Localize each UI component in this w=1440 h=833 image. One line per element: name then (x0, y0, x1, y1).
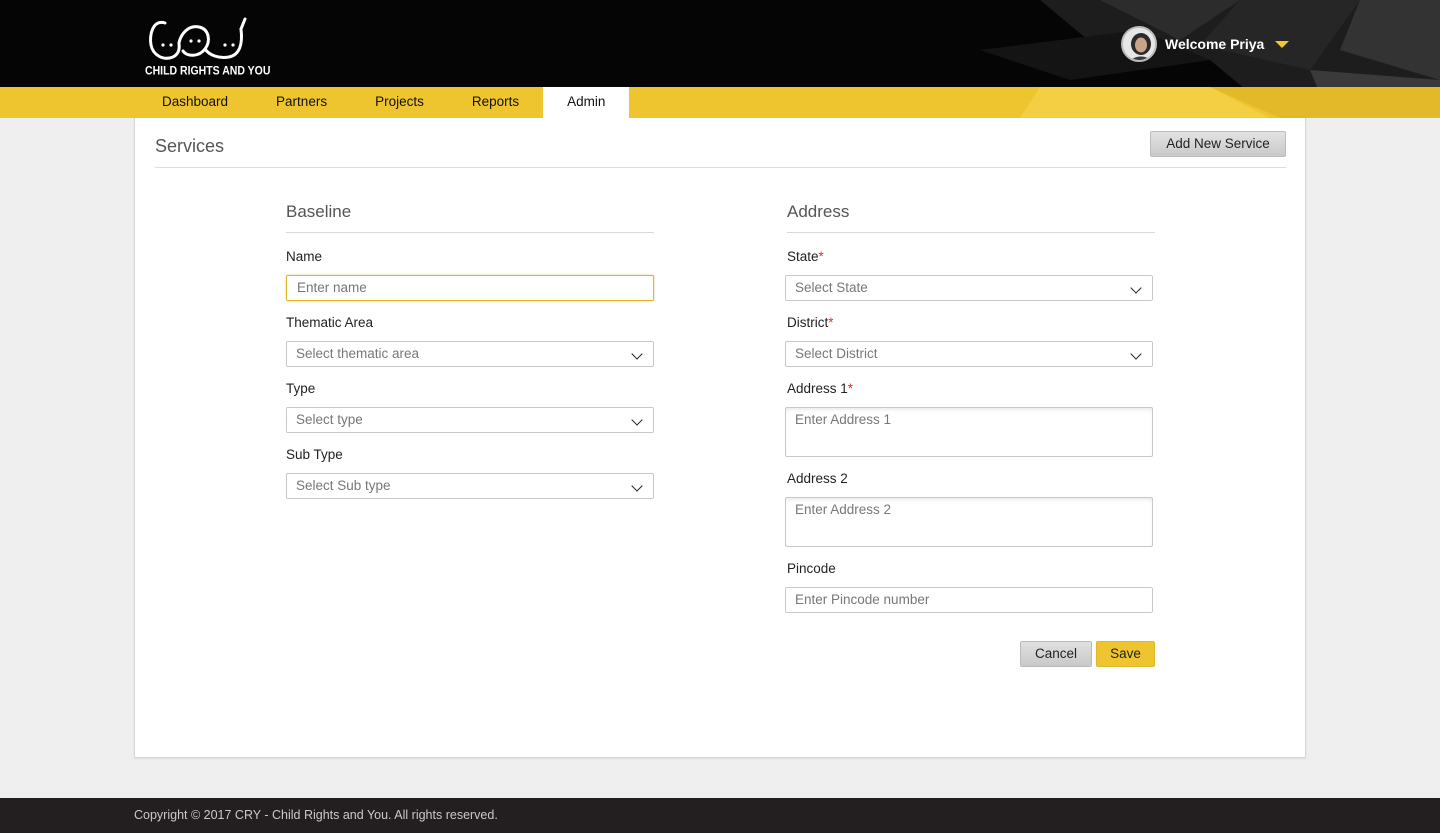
chevron-down-icon (631, 414, 643, 426)
state-placeholder: Select State (795, 280, 868, 295)
address2-label: Address 2 (787, 471, 848, 486)
required-mark: * (847, 381, 854, 396)
nav-partners[interactable]: Partners (252, 87, 351, 118)
pincode-label: Pincode (787, 561, 836, 576)
chevron-down-icon (1130, 282, 1142, 294)
address-title: Address (787, 202, 1155, 233)
logo-text: CHILD RIGHTS AND YOU (145, 64, 271, 78)
type-field: Type Select type (286, 381, 654, 433)
baseline-section: Baseline Name Enter name Thematic Area S… (286, 202, 654, 499)
nav-reports[interactable]: Reports (448, 87, 543, 118)
address2-textarea[interactable]: Enter Address 2 (785, 497, 1153, 547)
pincode-field: Pincode Enter Pincode number (785, 561, 1153, 613)
pincode-input[interactable]: Enter Pincode number (785, 587, 1153, 613)
avatar-image (1123, 28, 1155, 60)
add-new-service-button[interactable]: Add New Service (1150, 131, 1286, 157)
baseline-title: Baseline (286, 202, 654, 233)
nav-bar: Dashboard Partners Projects Reports Admi… (0, 87, 1440, 118)
required-mark: * (828, 315, 834, 330)
type-select[interactable]: Select type (286, 407, 654, 433)
footer: Copyright © 2017 CRY - Child Rights and … (0, 798, 1440, 833)
nav-admin[interactable]: Admin (543, 87, 630, 118)
state-field: State* Select State (785, 249, 1153, 301)
district-label: District* (787, 315, 834, 330)
welcome-text: Welcome Priya (1165, 36, 1265, 52)
sub-type-field: Sub Type Select Sub type (286, 447, 654, 499)
district-select[interactable]: Select District (785, 341, 1153, 367)
state-select[interactable]: Select State (785, 275, 1153, 301)
chevron-down-icon (631, 480, 643, 492)
name-field: Name Enter name (286, 249, 654, 301)
state-label: State* (787, 249, 824, 264)
nav-projects[interactable]: Projects (351, 87, 448, 118)
address1-textarea[interactable]: Enter Address 1 (785, 407, 1153, 457)
type-label: Type (286, 381, 316, 396)
avatar[interactable] (1121, 26, 1157, 62)
type-placeholder: Select type (296, 412, 363, 427)
thematic-area-select[interactable]: Select thematic area (286, 341, 654, 367)
sub-type-label: Sub Type (286, 447, 343, 462)
address1-label: Address 1* (787, 381, 854, 396)
page-title: Services (155, 136, 225, 156)
required-mark: * (818, 249, 824, 264)
thematic-area-label: Thematic Area (286, 315, 374, 330)
main-nav: Dashboard Partners Projects Reports Admi… (138, 87, 630, 118)
nav-dashboard[interactable]: Dashboard (138, 87, 252, 118)
save-button[interactable]: Save (1096, 641, 1155, 667)
district-field: District* Select District (785, 315, 1153, 367)
address1-field: Address 1* Enter Address 1 (785, 381, 1153, 457)
sub-type-select[interactable]: Select Sub type (286, 473, 654, 499)
chevron-down-icon (1130, 348, 1142, 360)
district-placeholder: Select District (795, 346, 878, 361)
cancel-button[interactable]: Cancel (1020, 641, 1092, 667)
chevron-down-icon (631, 348, 643, 360)
copyright-text: Copyright © 2017 CRY - Child Rights and … (134, 808, 498, 822)
caret-down-icon[interactable] (1275, 40, 1290, 48)
nav-decoration (1020, 87, 1440, 118)
user-menu[interactable]: Welcome Priya (1121, 26, 1290, 62)
divider (155, 167, 1286, 168)
sub-type-placeholder: Select Sub type (296, 478, 391, 493)
address-section: Address State* Select State District* Se… (785, 202, 1155, 613)
top-header: CHILD RIGHTS AND YOU Welcome Priya (0, 0, 1440, 87)
thematic-area-placeholder: Select thematic area (296, 346, 420, 361)
thematic-area-field: Thematic Area Select thematic area (286, 315, 654, 367)
name-label: Name (286, 249, 323, 264)
name-input[interactable]: Enter name (286, 275, 654, 301)
address2-field: Address 2 Enter Address 2 (785, 471, 1153, 547)
services-card: Services Add New Service Baseline Name E… (134, 118, 1306, 758)
